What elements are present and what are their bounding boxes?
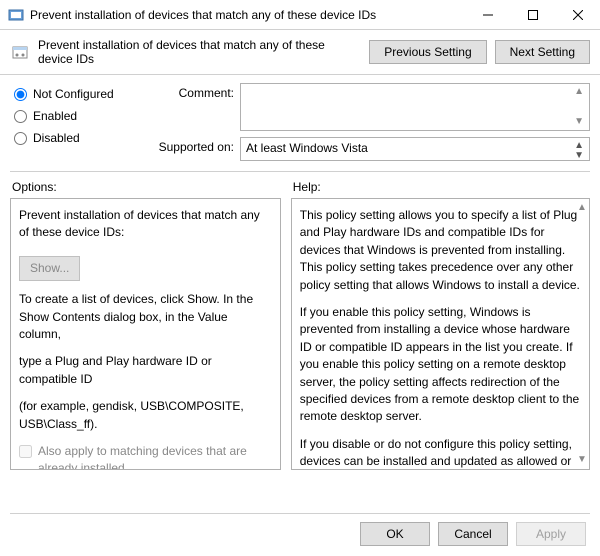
header-bar: Prevent installation of devices that mat… (0, 30, 600, 75)
header-title: Prevent installation of devices that mat… (38, 38, 361, 66)
radio-disabled[interactable]: Disabled (14, 131, 134, 145)
show-button: Show... (19, 256, 80, 281)
radio-not-configured-label: Not Configured (33, 87, 114, 101)
scroll-down-icon: ▼ (574, 151, 584, 161)
cancel-button[interactable]: Cancel (438, 522, 508, 546)
also-apply-row: Also apply to matching devices that are … (19, 443, 272, 470)
help-paragraph-2: If you enable this policy setting, Windo… (300, 304, 581, 426)
radio-not-configured-input[interactable] (14, 88, 27, 101)
radio-not-configured[interactable]: Not Configured (14, 87, 134, 101)
radio-disabled-label: Disabled (33, 131, 80, 145)
apply-button[interactable]: Apply (516, 522, 586, 546)
supported-label: Supported on: (144, 137, 234, 161)
radio-enabled-input[interactable] (14, 110, 27, 123)
policy-icon (10, 42, 30, 62)
close-button[interactable] (555, 0, 600, 30)
supported-on-value: At least Windows Vista (246, 141, 368, 157)
ok-button[interactable]: OK (360, 522, 430, 546)
radio-enabled[interactable]: Enabled (14, 109, 134, 123)
comment-textbox[interactable]: ▲▼ (240, 83, 590, 131)
also-apply-label: Also apply to matching devices that are … (38, 443, 272, 470)
help-paragraph-3: If you disable or do not configure this … (300, 436, 581, 470)
help-label: Help: (291, 178, 590, 198)
window-title: Prevent installation of devices that mat… (30, 8, 465, 22)
help-paragraph-1: This policy setting allows you to specif… (300, 207, 581, 294)
panes: Options: Prevent installation of devices… (0, 178, 600, 478)
app-icon (8, 7, 24, 23)
state-radio-group: Not Configured Enabled Disabled (14, 83, 134, 161)
radio-enabled-label: Enabled (33, 109, 77, 123)
config-section: Not Configured Enabled Disabled Comment:… (0, 75, 600, 165)
footer-buttons: OK Cancel Apply (360, 522, 586, 546)
previous-setting-button[interactable]: Previous Setting (369, 40, 486, 64)
options-pane: Prevent installation of devices that mat… (10, 198, 281, 470)
options-hint-1: To create a list of devices, click Show.… (19, 291, 272, 343)
comment-value (246, 87, 570, 127)
footer-divider (10, 513, 590, 514)
divider (10, 171, 590, 172)
options-label: Options: (10, 178, 281, 198)
next-setting-button[interactable]: Next Setting (495, 40, 590, 64)
supported-on-box: At least Windows Vista ▲▼ (240, 137, 590, 161)
minimize-button[interactable] (465, 0, 510, 30)
radio-disabled-input[interactable] (14, 132, 27, 145)
scroll-up-icon: ▲ (574, 87, 584, 97)
comment-label: Comment: (144, 83, 234, 131)
help-pane: This policy setting allows you to specif… (291, 198, 590, 470)
options-hint-2: type a Plug and Play hardware ID or comp… (19, 353, 272, 388)
options-hint-3: (for example, gendisk, USB\COMPOSITE, US… (19, 398, 272, 433)
also-apply-checkbox (19, 445, 32, 458)
scroll-down-icon: ▼ (574, 117, 584, 127)
maximize-button[interactable] (510, 0, 555, 30)
options-field-label: Prevent installation of devices that mat… (19, 207, 272, 242)
titlebar: Prevent installation of devices that mat… (0, 0, 600, 30)
